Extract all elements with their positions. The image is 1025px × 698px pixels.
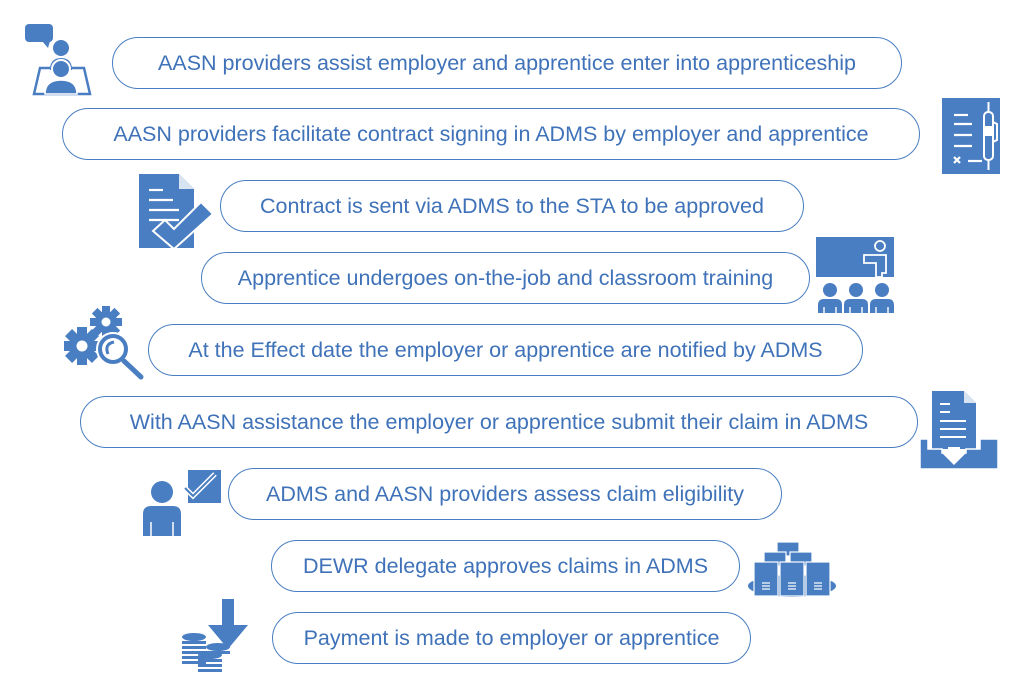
coins-down-icon	[180, 599, 262, 675]
step-1-label: AASN providers assist employer and appre…	[158, 50, 856, 75]
step-7-box: ADMS and AASN providers assess claim eli…	[228, 468, 782, 520]
person-check-icon	[143, 470, 223, 536]
step-8-label: DEWR delegate approves claims in ADMS	[302, 553, 709, 578]
document-inbox-icon	[920, 391, 1000, 469]
step-8-box: DEWR delegate approves claims in ADMS	[271, 540, 740, 592]
step-4-box: Apprentice undergoes on-the-job and clas…	[201, 252, 810, 304]
document-check-icon	[139, 174, 219, 248]
step-6-box: With AASN assistance the employer or app…	[80, 396, 918, 448]
step-5-label: At the Effect date the employer or appre…	[188, 337, 823, 362]
meeting-icon	[24, 22, 92, 98]
step-5-box: At the Effect date the employer or appre…	[148, 324, 863, 376]
step-2-box: AASN providers facilitate contract signi…	[62, 108, 920, 160]
classroom-icon	[816, 237, 896, 313]
step-1-box: AASN providers assist employer and appre…	[112, 37, 902, 89]
step-3-box: Contract is sent via ADMS to the STA to …	[220, 180, 804, 232]
step-3-label: Contract is sent via ADMS to the STA to …	[260, 193, 764, 218]
step-6-label: With AASN assistance the employer or app…	[129, 409, 869, 434]
servers-icon	[746, 540, 838, 600]
contract-pen-icon	[942, 98, 1000, 174]
step-7-label: ADMS and AASN providers assess claim eli…	[266, 481, 744, 506]
gears-magnifier-icon	[64, 306, 146, 380]
step-9-label: Payment is made to employer or apprentic…	[303, 625, 720, 650]
step-2-label: AASN providers facilitate contract signi…	[113, 121, 869, 146]
step-9-box: Payment is made to employer or apprentic…	[272, 612, 751, 664]
step-4-label: Apprentice undergoes on-the-job and clas…	[237, 265, 774, 290]
